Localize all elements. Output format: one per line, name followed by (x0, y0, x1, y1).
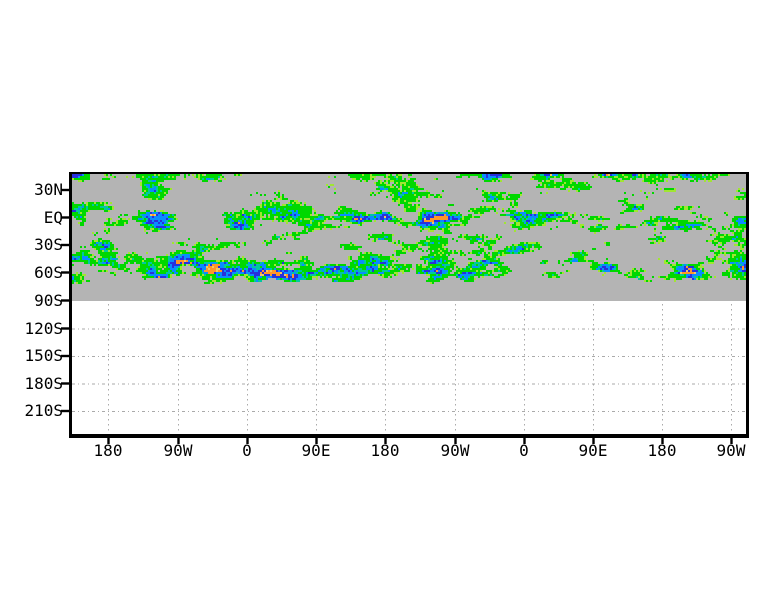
x-tick-label: 90W (163, 441, 193, 460)
y-tick-label: 30S (34, 235, 63, 254)
x-tick-label: 90W (716, 441, 746, 460)
figure-canvas: { "chart_data": { "type": "heatmap", "ti… (0, 0, 784, 612)
x-tick-label: 0 (242, 441, 252, 460)
y-tick-label: 120S (24, 318, 63, 338)
x-tick-label: 90E (301, 441, 331, 460)
y-tick-label: 180S (24, 373, 63, 393)
x-tick-label: 90W (440, 441, 470, 460)
x-tick-label: 180 (370, 441, 400, 460)
x-tick-label: 180 (647, 441, 677, 460)
x-tick-label: 90E (578, 441, 608, 460)
y-tick-label: EQ (43, 207, 63, 227)
y-tick-label: 150S (24, 346, 63, 365)
y-tick-label: 30N (34, 180, 63, 199)
x-tick-label: 0 (519, 441, 529, 460)
y-tick-label: 90S (34, 290, 63, 310)
y-tick-label: 210S (24, 401, 63, 420)
y-tick-label: 60S (34, 262, 63, 282)
shaded-data-field (72, 174, 746, 301)
x-tick-label: 180 (93, 441, 123, 460)
